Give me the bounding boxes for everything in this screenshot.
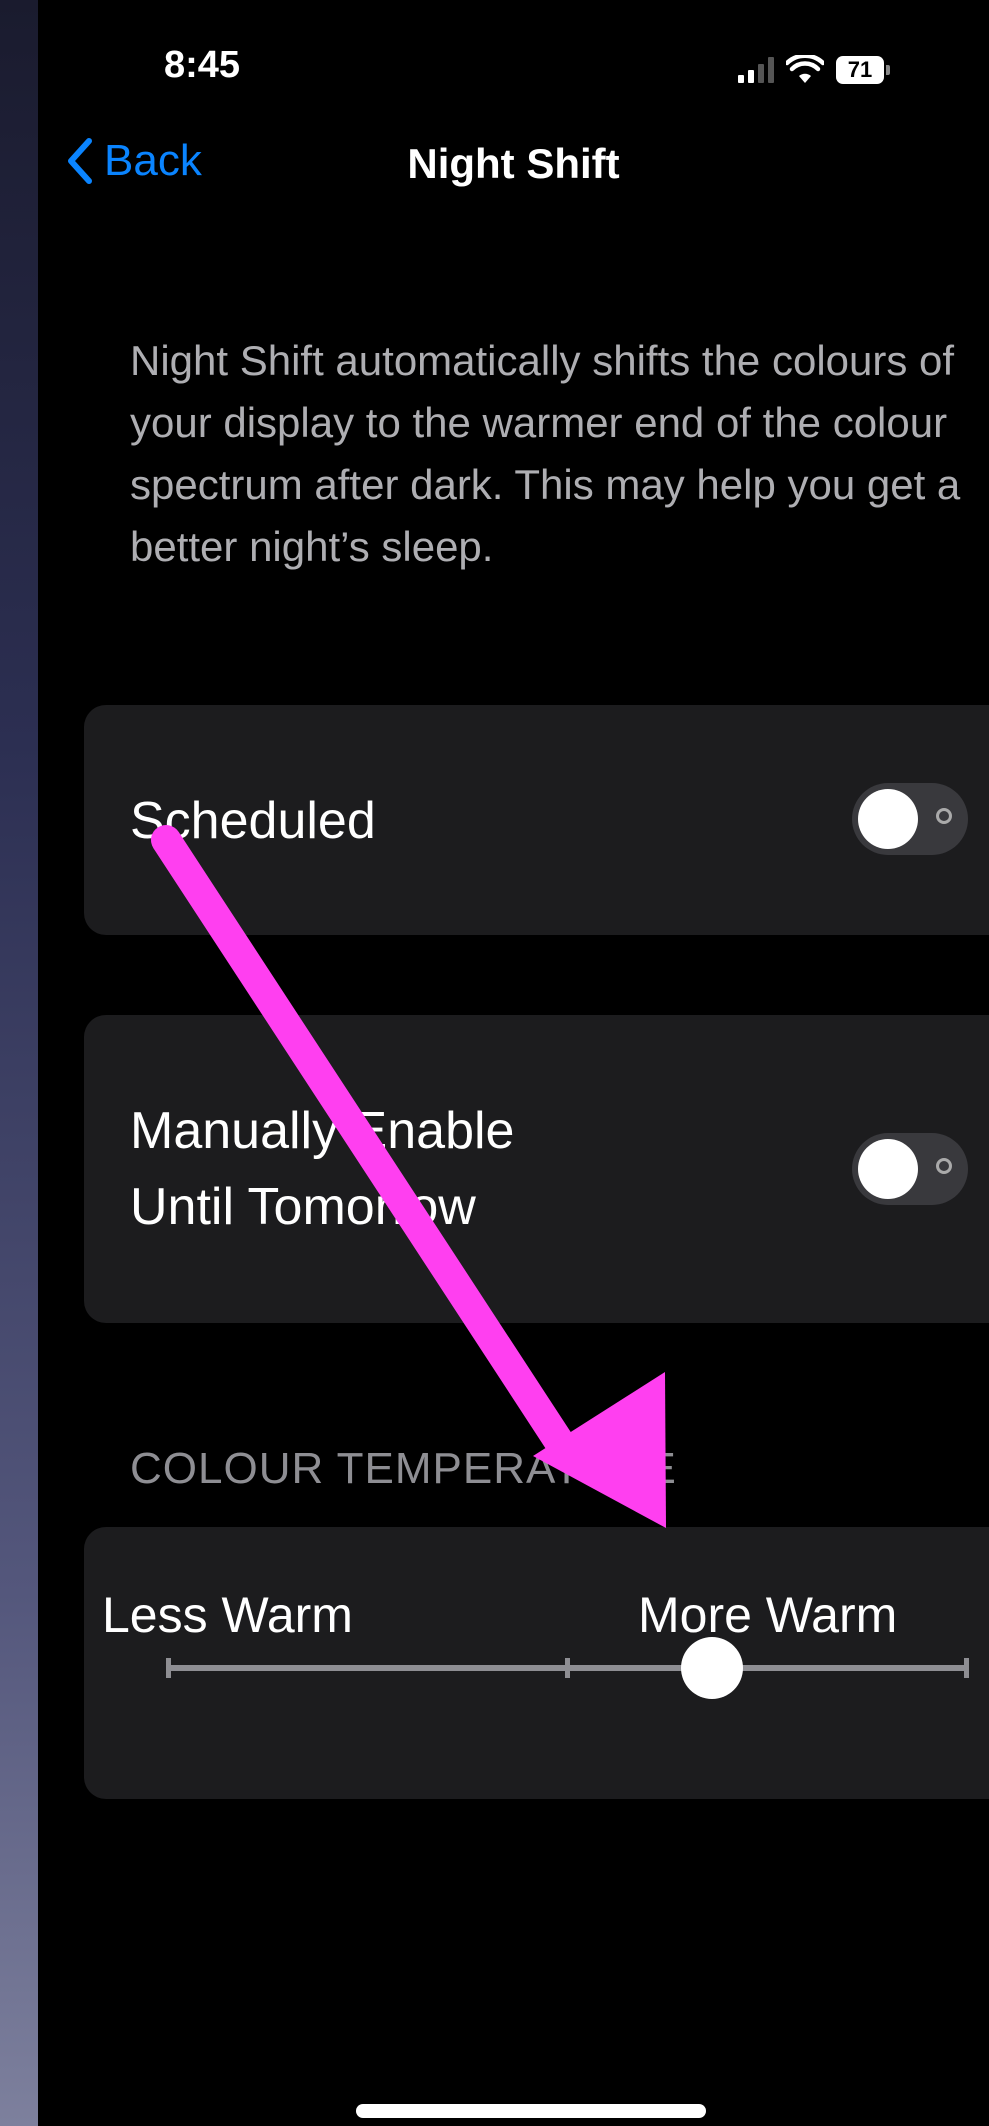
manual-enable-label-line2: Until Tomorrow xyxy=(130,1178,476,1236)
scheduled-row: Scheduled xyxy=(84,705,989,935)
colour-temperature-card xyxy=(84,1527,989,1799)
slider-tick-max xyxy=(964,1658,969,1678)
colour-temperature-slider-thumb[interactable] xyxy=(681,1637,743,1699)
night-shift-description: Night Shift automatically shifts the col… xyxy=(130,337,961,570)
toggle-knob xyxy=(858,789,918,849)
less-warm-label: Less Warm xyxy=(102,1587,353,1643)
status-icons: 71 xyxy=(738,52,890,88)
status-time: 8:45 xyxy=(164,44,241,86)
toggle-off-icon xyxy=(936,808,952,824)
manual-enable-toggle[interactable] xyxy=(852,1133,968,1205)
manual-enable-row: Manually Enable Until Tomorrow xyxy=(84,1015,989,1323)
toggle-off-icon xyxy=(936,1158,952,1174)
cellular-signal-icon xyxy=(738,57,774,83)
wifi-icon xyxy=(786,55,824,83)
manual-enable-label-line1: Manually Enable xyxy=(130,1102,515,1160)
colour-temperature-header: COLOUR TEMPERATURE xyxy=(130,1444,677,1493)
scheduled-label: Scheduled xyxy=(130,792,376,850)
toggle-knob xyxy=(858,1139,918,1199)
slider-tick-min xyxy=(166,1658,171,1678)
more-warm-label: More Warm xyxy=(638,1587,898,1643)
phone-screen: 8:45 71 Back Night Shift Night Shift aut… xyxy=(38,0,989,2126)
slider-tick-mid xyxy=(565,1658,570,1678)
home-indicator xyxy=(356,2104,706,2118)
scheduled-toggle[interactable] xyxy=(852,783,968,855)
battery-icon: 71 xyxy=(836,56,884,84)
page-title: Night Shift xyxy=(407,140,620,187)
